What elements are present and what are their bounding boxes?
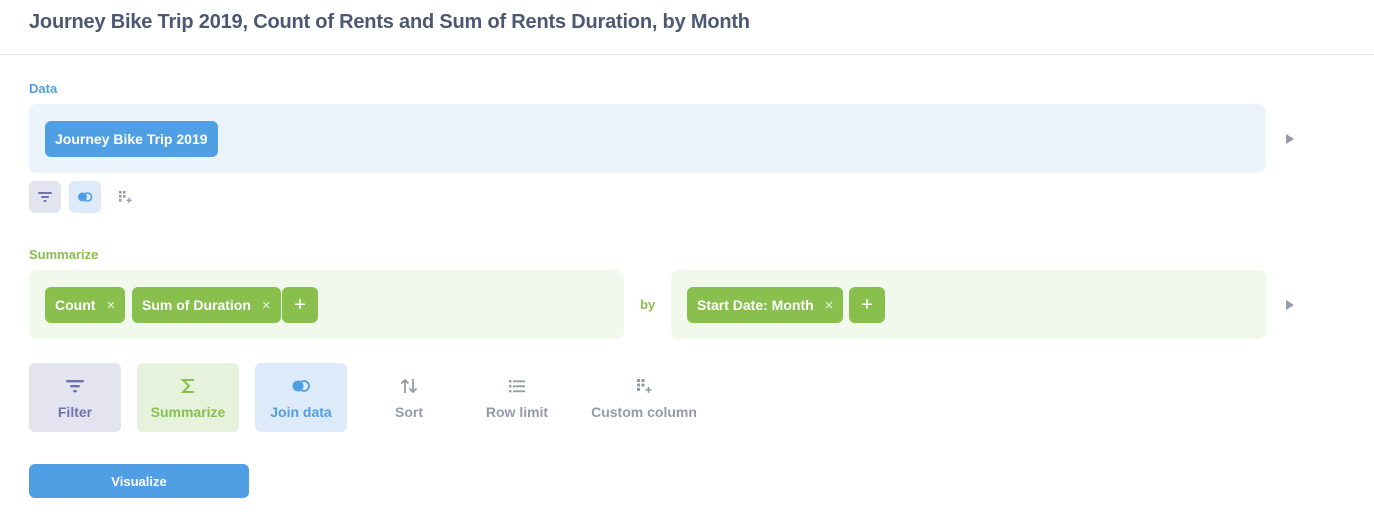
- remove-metric-icon[interactable]: ×: [106, 297, 115, 314]
- metric-pill-count[interactable]: Count ×: [45, 287, 126, 323]
- remove-breakout-icon[interactable]: ×: [825, 297, 834, 314]
- preview-data-icon[interactable]: [1286, 134, 1294, 144]
- breakout-label: Start Date: Month: [697, 297, 814, 313]
- remove-metric-icon[interactable]: ×: [262, 297, 271, 314]
- data-source-label: Journey Bike Trip 2019: [55, 131, 208, 147]
- filter-icon: [66, 380, 84, 393]
- metric-label: Sum of Duration: [142, 297, 251, 313]
- metric-label: Count: [55, 297, 96, 313]
- sort-icon: [400, 378, 418, 394]
- breakout-pill-start-date[interactable]: Start Date: Month ×: [687, 287, 844, 323]
- add-breakout-button[interactable]: +: [849, 287, 885, 323]
- by-label: by: [640, 297, 656, 312]
- filter-icon: [38, 192, 52, 202]
- join-icon: [78, 192, 93, 202]
- custom-column-icon: [119, 191, 132, 203]
- custom-column-action-button[interactable]: Custom column: [589, 363, 699, 432]
- list-icon: [509, 380, 525, 393]
- data-custom-column-button[interactable]: [109, 181, 141, 213]
- sort-action-button[interactable]: Sort: [363, 363, 455, 432]
- sort-action-label: Sort: [395, 404, 423, 420]
- row-limit-action-button[interactable]: Row limit: [471, 363, 563, 432]
- filter-action-label: Filter: [57, 404, 93, 420]
- custom-column-icon: [637, 379, 652, 393]
- join-action-label: Join data: [270, 404, 332, 420]
- data-step-label: Data: [29, 81, 58, 96]
- data-source-pill[interactable]: Journey Bike Trip 2019: [45, 121, 218, 157]
- sigma-icon: [181, 379, 194, 393]
- add-metric-button[interactable]: +: [282, 287, 318, 323]
- filter-action-button[interactable]: Filter: [29, 363, 121, 432]
- summarize-action-label: Summarize: [150, 404, 226, 420]
- summarize-action-button[interactable]: Summarize: [137, 363, 239, 432]
- summarize-step-label: Summarize: [29, 247, 99, 262]
- data-join-button[interactable]: [69, 181, 101, 213]
- metric-pill-sum-duration[interactable]: Sum of Duration ×: [132, 287, 281, 323]
- join-icon: [292, 380, 310, 392]
- custom-column-action-label: Custom column: [591, 404, 697, 420]
- query-header: Journey Bike Trip 2019, Count of Rents a…: [0, 0, 1374, 55]
- join-action-button[interactable]: Join data: [255, 363, 347, 432]
- visualize-button[interactable]: Visualize: [29, 464, 249, 498]
- data-filter-button[interactable]: [29, 181, 61, 213]
- page-title: Journey Bike Trip 2019, Count of Rents a…: [29, 11, 750, 33]
- row-limit-action-label: Row limit: [485, 404, 549, 420]
- preview-summarize-icon[interactable]: [1286, 300, 1294, 310]
